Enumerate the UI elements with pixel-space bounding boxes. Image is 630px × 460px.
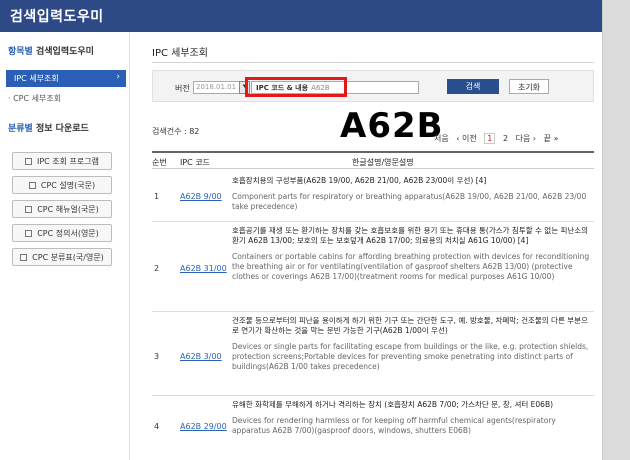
pager-first-link[interactable]: 처음 — [434, 134, 449, 143]
table-row: 2 A62B 31/00 호흡공기를 재생 또는 환기하는 장치를 갖는 호흡보… — [152, 222, 594, 312]
sidebar-section-title-search: 항목별 검색입력도우미 — [8, 47, 94, 57]
chevron-right-icon: › — [116, 72, 120, 82]
row-description: 호흡공기를 재생 또는 환기하는 장치를 갖는 호흡보호를 위한 용기 또는 휴… — [232, 226, 592, 282]
ipc-code-link[interactable]: A62B 29/00 — [180, 422, 227, 431]
version-label: 버전 — [175, 84, 190, 93]
highlight-box — [245, 77, 347, 97]
app-title: 검색입력도우미 — [10, 9, 104, 25]
main-content: IPC 세부조회 버전 2018.01.01 ▾ IPC 코드 & 내용 A62B… — [146, 32, 596, 460]
row-number: 4 — [154, 422, 160, 431]
korean-description: 유해한 화학제를 무해하게 하거나 격리하는 장치 (호흡장치 A62B 7/0… — [232, 400, 554, 409]
column-header-description: 한글설명/영문설명 — [352, 158, 414, 167]
column-header-code: IPC 코드 — [180, 158, 211, 167]
window-edge-strip — [602, 0, 630, 460]
english-description: Containers or portable cabins for afford… — [232, 252, 590, 281]
table-row: 4 A62B 29/00 유해한 화학제를 무해하게 하거나 격리하는 장치 (… — [152, 396, 594, 456]
ipc-code-link[interactable]: A62B 31/00 — [180, 264, 227, 273]
document-icon — [28, 182, 36, 189]
download-cpc-description-button[interactable]: CPC 설명(국문) — [12, 176, 112, 194]
korean-description: 호흡장치용의 구성부품(A62B 19/00, A62B 21/00, A62B… — [232, 176, 487, 185]
english-description: Devices or single parts for facilitating… — [232, 342, 589, 371]
row-number: 2 — [154, 264, 160, 273]
download-cpc-table-button[interactable]: CPC 분류표(국/영문) — [12, 248, 112, 266]
pager-prev-link[interactable]: ‹ 이전 — [456, 134, 476, 143]
page-title: IPC 세부조회 — [152, 48, 208, 59]
table-row: 3 A62B 3/00 건조물 등으로부터의 피난을 용이하게 하기 위한 기구… — [152, 312, 594, 396]
document-icon — [25, 230, 33, 237]
sidebar-item-ipc-detail[interactable]: IPC 세부조회 › — [6, 70, 126, 87]
pager-next-link[interactable]: 다음 › — [516, 134, 536, 143]
pagination: 처음 ‹ 이전 1 2 다음 › 끝 » — [434, 133, 563, 144]
table-header: 순번 IPC 코드 한글설명/영문설명 — [152, 151, 594, 169]
download-cpc-manual-button[interactable]: CPC 해뉴얼(국문) — [12, 200, 112, 218]
sidebar-item-label: IPC 세부조회 — [14, 74, 59, 83]
search-button[interactable]: 검색 — [447, 79, 499, 94]
row-description: 건조물 등으로부터의 피난을 용이하게 하기 위한 기구 또는 간단한 도구, … — [232, 316, 592, 372]
korean-description: 호흡공기를 재생 또는 환기하는 장치를 갖는 호흡보호를 위한 용기 또는 휴… — [232, 226, 589, 245]
result-count: 검색건수 : 82 — [152, 127, 200, 136]
ipc-code-link[interactable]: A62B 9/00 — [180, 192, 222, 201]
document-icon — [24, 158, 32, 165]
sidebar-section-title-download: 분류별 정보 다운로드 — [8, 124, 89, 134]
pager-page-2[interactable]: 2 — [503, 134, 508, 143]
pager-page-1[interactable]: 1 — [484, 133, 496, 144]
search-panel: 버전 2018.01.01 ▾ IPC 코드 & 내용 A62B 검색 초기화 — [152, 70, 594, 102]
title-divider — [152, 62, 594, 63]
row-description: 호흡장치용의 구성부품(A62B 19/00, A62B 21/00, A62B… — [232, 176, 592, 212]
top-header-bar: 검색입력도우미 — [0, 0, 602, 32]
sidebar: 항목별 검색입력도우미 IPC 세부조회 › · CPC 세부조회 분류별 정보… — [0, 32, 130, 460]
reset-button[interactable]: 초기화 — [509, 79, 549, 94]
pager-last-link[interactable]: 끝 » — [544, 134, 559, 143]
korean-description: 건조물 등으로부터의 피난을 용이하게 하기 위한 기구 또는 간단한 도구, … — [232, 316, 588, 335]
sidebar-item-cpc-detail[interactable]: · CPC 세부조회 — [8, 93, 61, 104]
download-cpc-definition-button[interactable]: CPC 정의서(영문) — [12, 224, 112, 242]
row-number: 1 — [154, 192, 160, 201]
table-row: 1 A62B 9/00 호흡장치용의 구성부품(A62B 19/00, A62B… — [152, 172, 594, 222]
version-select[interactable]: 2018.01.01 — [193, 81, 243, 94]
document-icon — [20, 254, 28, 261]
row-number: 3 — [154, 352, 160, 361]
english-description: Devices for rendering harmless or for ke… — [232, 416, 556, 435]
annotation-overlay-text: A62B — [340, 106, 444, 146]
document-icon — [25, 206, 33, 213]
row-description: 유해한 화학제를 무해하게 하거나 격리하는 장치 (호흡장치 A62B 7/0… — [232, 400, 592, 436]
column-header-no: 순번 — [152, 158, 167, 167]
english-description: Component parts for respiratory or breat… — [232, 192, 587, 211]
download-ipc-program-button[interactable]: IPC 조회 프로그램 — [12, 152, 112, 170]
ipc-code-link[interactable]: A62B 3/00 — [180, 352, 222, 361]
